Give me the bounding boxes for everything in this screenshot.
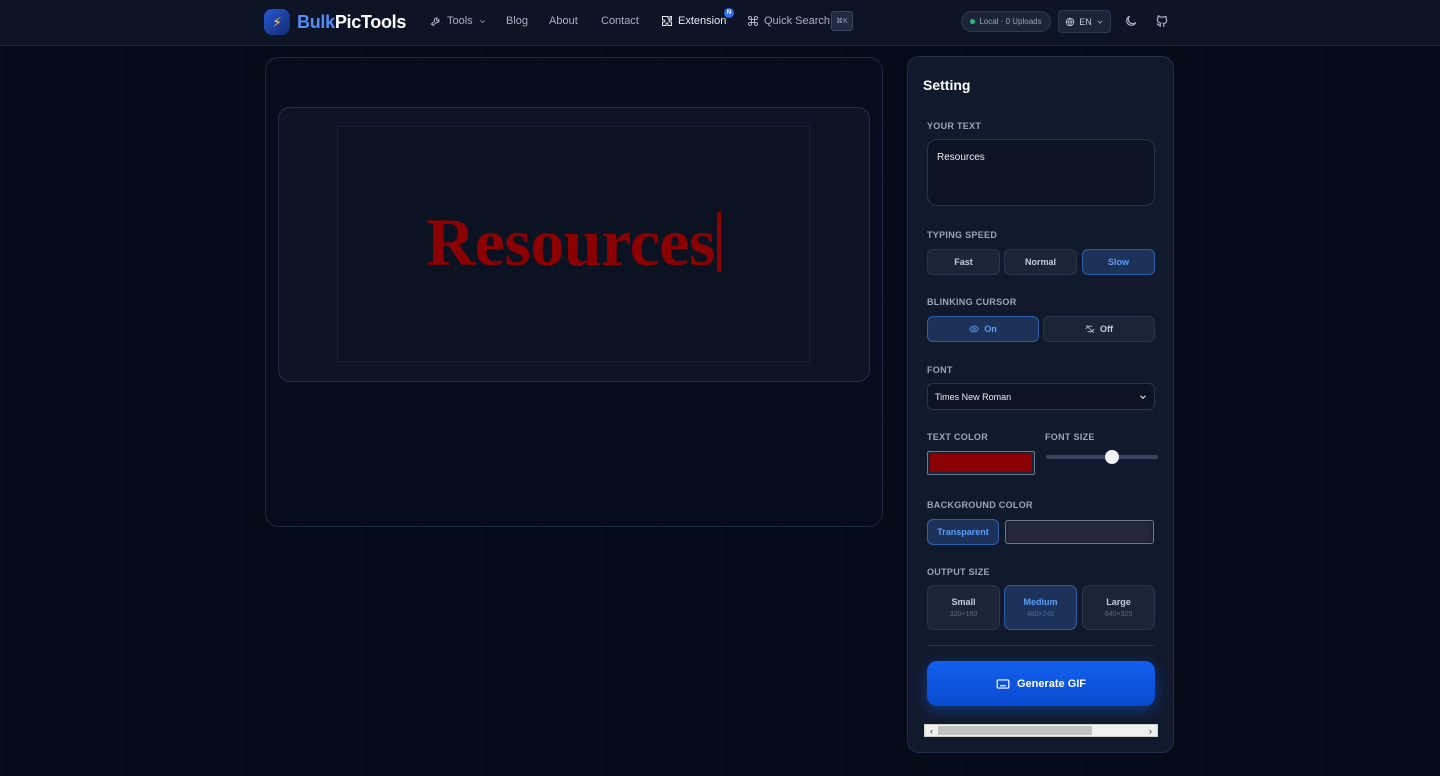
moon-icon	[1126, 15, 1137, 26]
dark-mode-toggle[interactable]	[1124, 14, 1138, 28]
cursor-on-label: On	[984, 324, 997, 334]
chevron-down-icon	[1097, 20, 1102, 23]
nav-tools[interactable]: Tools	[430, 15, 487, 27]
globe-icon	[1066, 17, 1075, 26]
transparent-button[interactable]: Transparent	[927, 519, 999, 545]
divider	[927, 645, 1155, 646]
scrollbar-thumb[interactable]	[938, 726, 1092, 735]
background-color-fill	[1008, 523, 1151, 541]
background-color-label: BACKGROUND COLOR	[927, 500, 1033, 510]
size-small-button[interactable]: Small 320×160	[927, 585, 1000, 630]
font-size-slider[interactable]	[1046, 450, 1158, 464]
eye-icon	[969, 325, 979, 333]
local-status-label: Local · 0 Uploads	[979, 17, 1042, 26]
wrench-icon	[430, 17, 440, 27]
your-text-input[interactable]: Resources	[927, 139, 1155, 206]
command-icon	[748, 16, 758, 26]
chevron-down-icon	[479, 19, 485, 23]
keyboard-icon	[996, 678, 1010, 689]
new-badge: N	[724, 8, 734, 18]
cursor-off-label: Off	[1100, 324, 1113, 334]
top-navbar: ⚡ BulkPicTools Tools Blog About Contact …	[0, 0, 1440, 46]
logo[interactable]: ⚡ BulkPicTools	[264, 9, 406, 35]
cursor-on-button[interactable]: On	[927, 316, 1039, 342]
your-text-label: YOUR TEXT	[927, 121, 982, 131]
quick-search-label: Quick Search	[764, 15, 831, 27]
preview-typing-text: Resources	[426, 203, 721, 282]
background-color-picker[interactable]	[1005, 520, 1154, 544]
font-select-value: Times New Roman	[935, 391, 1012, 402]
size-medium-name: Medium	[1023, 597, 1058, 607]
settings-title: Setting	[923, 77, 971, 93]
scroll-right-arrow-icon[interactable]: ›	[1144, 725, 1157, 736]
blinking-cursor-label: BLINKING CURSOR	[927, 297, 1017, 307]
lightning-bolt-icon: ⚡	[264, 9, 290, 35]
horizontal-scrollbar[interactable]: ‹ ›	[924, 724, 1158, 737]
speed-slow-button[interactable]: Slow	[1082, 249, 1155, 275]
size-large-dims: 640×320	[1104, 611, 1133, 618]
text-color-label: TEXT COLOR	[927, 432, 988, 442]
nav-blog[interactable]: Blog	[506, 15, 528, 27]
slider-thumb[interactable]	[1104, 450, 1119, 464]
nav-quick-search[interactable]: Quick Search	[747, 15, 830, 27]
font-size-label: FONT SIZE	[1045, 432, 1095, 442]
size-small-dims: 320×160	[949, 611, 978, 618]
slider-track	[1046, 455, 1158, 459]
puzzle-icon	[662, 16, 672, 26]
speed-normal-button[interactable]: Normal	[1004, 249, 1077, 275]
size-medium-button[interactable]: Medium 480×240	[1004, 585, 1077, 630]
speed-fast-button[interactable]: Fast	[927, 249, 1000, 275]
cursor-off-button[interactable]: Off	[1043, 316, 1155, 342]
nav-extension[interactable]: Extension	[661, 15, 726, 27]
preview-text-content: Resources	[426, 203, 715, 280]
nav-contact[interactable]: Contact	[601, 15, 639, 27]
size-medium-dims: 480×240	[1026, 611, 1055, 618]
nav-about[interactable]: About	[549, 15, 578, 27]
nav-tools-label: Tools	[447, 15, 473, 27]
text-color-picker[interactable]	[927, 451, 1035, 475]
language-label: EN	[1079, 16, 1092, 27]
shortcut-key: ⌘K	[831, 11, 853, 31]
font-select[interactable]: Times New Roman	[927, 383, 1155, 410]
size-large-name: Large	[1106, 597, 1131, 607]
generate-gif-button[interactable]: Generate GIF	[927, 661, 1155, 706]
logo-text: BulkPicTools	[297, 11, 407, 32]
github-link[interactable]	[1155, 14, 1169, 28]
gif-preview-canvas: Resources	[337, 126, 810, 362]
nav-extension-label: Extension	[678, 15, 727, 27]
font-label: FONT	[927, 365, 953, 375]
chevron-down-icon	[1140, 395, 1146, 399]
language-selector[interactable]: EN	[1058, 10, 1111, 33]
text-color-fill	[930, 454, 1032, 472]
size-large-button[interactable]: Large 640×320	[1082, 585, 1155, 630]
eye-off-icon	[1085, 324, 1095, 334]
size-small-name: Small	[951, 597, 976, 607]
github-icon	[1156, 15, 1168, 27]
local-status-badge: Local · 0 Uploads	[961, 11, 1051, 32]
generate-gif-label: Generate GIF	[1016, 677, 1087, 690]
text-cursor	[716, 212, 721, 272]
typing-speed-label: TYPING SPEED	[927, 230, 998, 240]
scroll-left-arrow-icon[interactable]: ‹	[925, 725, 938, 736]
status-dot-icon	[970, 19, 976, 24]
output-size-label: OUTPUT SIZE	[927, 567, 990, 577]
